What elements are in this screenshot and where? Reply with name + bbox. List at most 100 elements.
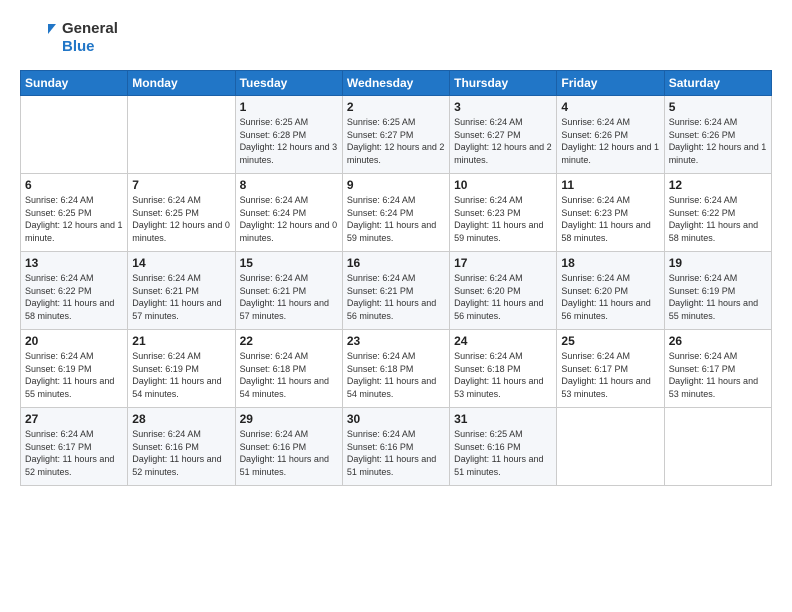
day-number: 19 [669, 256, 767, 270]
day-number: 13 [25, 256, 123, 270]
week-row-3: 13 Sunrise: 6:24 AM Sunset: 6:22 PM Dayli… [21, 252, 772, 330]
day-header-saturday: Saturday [664, 71, 771, 96]
cell-info: Sunrise: 6:24 AM Sunset: 6:16 PM Dayligh… [132, 428, 230, 478]
cell-info: Sunrise: 6:24 AM Sunset: 6:17 PM Dayligh… [669, 350, 767, 400]
calendar-cell: 6 Sunrise: 6:24 AM Sunset: 6:25 PM Daylig… [21, 174, 128, 252]
calendar-cell: 26 Sunrise: 6:24 AM Sunset: 6:17 PM Dayli… [664, 330, 771, 408]
calendar-cell: 27 Sunrise: 6:24 AM Sunset: 6:17 PM Dayli… [21, 408, 128, 486]
calendar-cell: 12 Sunrise: 6:24 AM Sunset: 6:22 PM Dayli… [664, 174, 771, 252]
calendar-cell: 20 Sunrise: 6:24 AM Sunset: 6:19 PM Dayli… [21, 330, 128, 408]
day-number: 7 [132, 178, 230, 192]
calendar-cell [21, 96, 128, 174]
calendar-cell: 1 Sunrise: 6:25 AM Sunset: 6:28 PM Daylig… [235, 96, 342, 174]
week-row-2: 6 Sunrise: 6:24 AM Sunset: 6:25 PM Daylig… [21, 174, 772, 252]
day-number: 10 [454, 178, 552, 192]
cell-info: Sunrise: 6:24 AM Sunset: 6:22 PM Dayligh… [669, 194, 767, 244]
calendar-cell: 4Sunrise: 6:24 AM Sunset: 6:26 PM Daylig… [557, 96, 664, 174]
calendar-cell: 16Sunrise: 6:24 AM Sunset: 6:21 PM Dayli… [342, 252, 449, 330]
day-number: 18 [561, 256, 659, 270]
calendar-cell: 31Sunrise: 6:25 AM Sunset: 6:16 PM Dayli… [450, 408, 557, 486]
cell-info: Sunrise: 6:24 AM Sunset: 6:21 PM Dayligh… [132, 272, 230, 322]
calendar-cell: 17 Sunrise: 6:24 AM Sunset: 6:20 PM Dayli… [450, 252, 557, 330]
calendar-cell: 30Sunrise: 6:24 AM Sunset: 6:16 PM Dayli… [342, 408, 449, 486]
day-number: 11 [561, 178, 659, 192]
day-number: 21 [132, 334, 230, 348]
calendar-cell: 3Sunrise: 6:24 AM Sunset: 6:27 PM Daylig… [450, 96, 557, 174]
cell-info: Sunrise: 6:24 AM Sunset: 6:26 PM Dayligh… [669, 116, 767, 166]
logo: General Blue [20, 20, 118, 56]
day-number: 14 [132, 256, 230, 270]
cell-info: Sunrise: 6:24 AM Sunset: 6:16 PM Dayligh… [240, 428, 338, 478]
cell-info: Sunrise: 6:24 AM Sunset: 6:25 PM Dayligh… [25, 194, 123, 244]
calendar-cell: 18 Sunrise: 6:24 AM Sunset: 6:20 PM Dayli… [557, 252, 664, 330]
calendar-cell: 2 Sunrise: 6:25 AM Sunset: 6:27 PM Daylig… [342, 96, 449, 174]
header: General Blue [20, 20, 772, 56]
calendar-cell: 22Sunrise: 6:24 AM Sunset: 6:18 PM Dayli… [235, 330, 342, 408]
cell-info: Sunrise: 6:24 AM Sunset: 6:22 PM Dayligh… [25, 272, 123, 322]
cell-info: Sunrise: 6:24 AM Sunset: 6:19 PM Dayligh… [25, 350, 123, 400]
day-number: 23 [347, 334, 445, 348]
cell-info: Sunrise: 6:24 AM Sunset: 6:21 PM Dayligh… [240, 272, 338, 322]
calendar-cell: 24 Sunrise: 6:24 AM Sunset: 6:18 PM Dayli… [450, 330, 557, 408]
calendar-cell: 29 Sunrise: 6:24 AM Sunset: 6:16 PM Dayli… [235, 408, 342, 486]
cell-info: Sunrise: 6:24 AM Sunset: 6:16 PM Dayligh… [347, 428, 445, 478]
calendar-body: 1 Sunrise: 6:25 AM Sunset: 6:28 PM Daylig… [21, 96, 772, 486]
cell-info: Sunrise: 6:24 AM Sunset: 6:20 PM Dayligh… [561, 272, 659, 322]
cell-info: Sunrise: 6:24 AM Sunset: 6:19 PM Dayligh… [132, 350, 230, 400]
calendar-cell: 10 Sunrise: 6:24 AM Sunset: 6:23 PM Dayli… [450, 174, 557, 252]
day-header-friday: Friday [557, 71, 664, 96]
cell-info: Sunrise: 6:25 AM Sunset: 6:27 PM Dayligh… [347, 116, 445, 166]
cell-info: Sunrise: 6:24 AM Sunset: 6:23 PM Dayligh… [561, 194, 659, 244]
cell-info: Sunrise: 6:24 AM Sunset: 6:18 PM Dayligh… [454, 350, 552, 400]
day-number: 16 [347, 256, 445, 270]
cell-info: Sunrise: 6:24 AM Sunset: 6:20 PM Dayligh… [454, 272, 552, 322]
calendar-cell: 13 Sunrise: 6:24 AM Sunset: 6:22 PM Dayli… [21, 252, 128, 330]
day-number: 8 [240, 178, 338, 192]
day-header-monday: Monday [128, 71, 235, 96]
week-row-1: 1 Sunrise: 6:25 AM Sunset: 6:28 PM Daylig… [21, 96, 772, 174]
day-number: 24 [454, 334, 552, 348]
calendar-cell: 11 Sunrise: 6:24 AM Sunset: 6:23 PM Dayli… [557, 174, 664, 252]
day-number: 27 [25, 412, 123, 426]
cell-info: Sunrise: 6:24 AM Sunset: 6:25 PM Dayligh… [132, 194, 230, 244]
day-number: 29 [240, 412, 338, 426]
calendar-cell [557, 408, 664, 486]
day-number: 12 [669, 178, 767, 192]
day-number: 26 [669, 334, 767, 348]
day-header-wednesday: Wednesday [342, 71, 449, 96]
header-row: SundayMondayTuesdayWednesdayThursdayFrid… [21, 71, 772, 96]
calendar-cell [128, 96, 235, 174]
day-number: 6 [25, 178, 123, 192]
cell-info: Sunrise: 6:24 AM Sunset: 6:18 PM Dayligh… [240, 350, 338, 400]
calendar-cell: 14 Sunrise: 6:24 AM Sunset: 6:21 PM Dayli… [128, 252, 235, 330]
day-number: 20 [25, 334, 123, 348]
calendar-cell: 19 Sunrise: 6:24 AM Sunset: 6:19 PM Dayli… [664, 252, 771, 330]
calendar-cell: 8Sunrise: 6:24 AM Sunset: 6:24 PM Daylig… [235, 174, 342, 252]
calendar-cell: 21 Sunrise: 6:24 AM Sunset: 6:19 PM Dayli… [128, 330, 235, 408]
logo-general-text: General [62, 20, 118, 38]
cell-info: Sunrise: 6:24 AM Sunset: 6:23 PM Dayligh… [454, 194, 552, 244]
day-number: 9 [347, 178, 445, 192]
day-number: 15 [240, 256, 338, 270]
cell-info: Sunrise: 6:24 AM Sunset: 6:17 PM Dayligh… [561, 350, 659, 400]
day-number: 2 [347, 100, 445, 114]
calendar-cell: 15 Sunrise: 6:24 AM Sunset: 6:21 PM Dayli… [235, 252, 342, 330]
cell-info: Sunrise: 6:25 AM Sunset: 6:16 PM Dayligh… [454, 428, 552, 478]
day-header-thursday: Thursday [450, 71, 557, 96]
cell-info: Sunrise: 6:24 AM Sunset: 6:19 PM Dayligh… [669, 272, 767, 322]
calendar-cell: 25Sunrise: 6:24 AM Sunset: 6:17 PM Dayli… [557, 330, 664, 408]
week-row-5: 27 Sunrise: 6:24 AM Sunset: 6:17 PM Dayli… [21, 408, 772, 486]
cell-info: Sunrise: 6:24 AM Sunset: 6:17 PM Dayligh… [25, 428, 123, 478]
week-row-4: 20 Sunrise: 6:24 AM Sunset: 6:19 PM Dayli… [21, 330, 772, 408]
day-number: 1 [240, 100, 338, 114]
day-number: 5 [669, 100, 767, 114]
calendar-cell: 23Sunrise: 6:24 AM Sunset: 6:18 PM Dayli… [342, 330, 449, 408]
calendar-cell: 9Sunrise: 6:24 AM Sunset: 6:24 PM Daylig… [342, 174, 449, 252]
calendar-header: SundayMondayTuesdayWednesdayThursdayFrid… [21, 71, 772, 96]
cell-info: Sunrise: 6:24 AM Sunset: 6:26 PM Dayligh… [561, 116, 659, 166]
calendar-cell: 7 Sunrise: 6:24 AM Sunset: 6:25 PM Daylig… [128, 174, 235, 252]
day-number: 3 [454, 100, 552, 114]
day-header-tuesday: Tuesday [235, 71, 342, 96]
cell-info: Sunrise: 6:25 AM Sunset: 6:28 PM Dayligh… [240, 116, 338, 166]
day-number: 17 [454, 256, 552, 270]
